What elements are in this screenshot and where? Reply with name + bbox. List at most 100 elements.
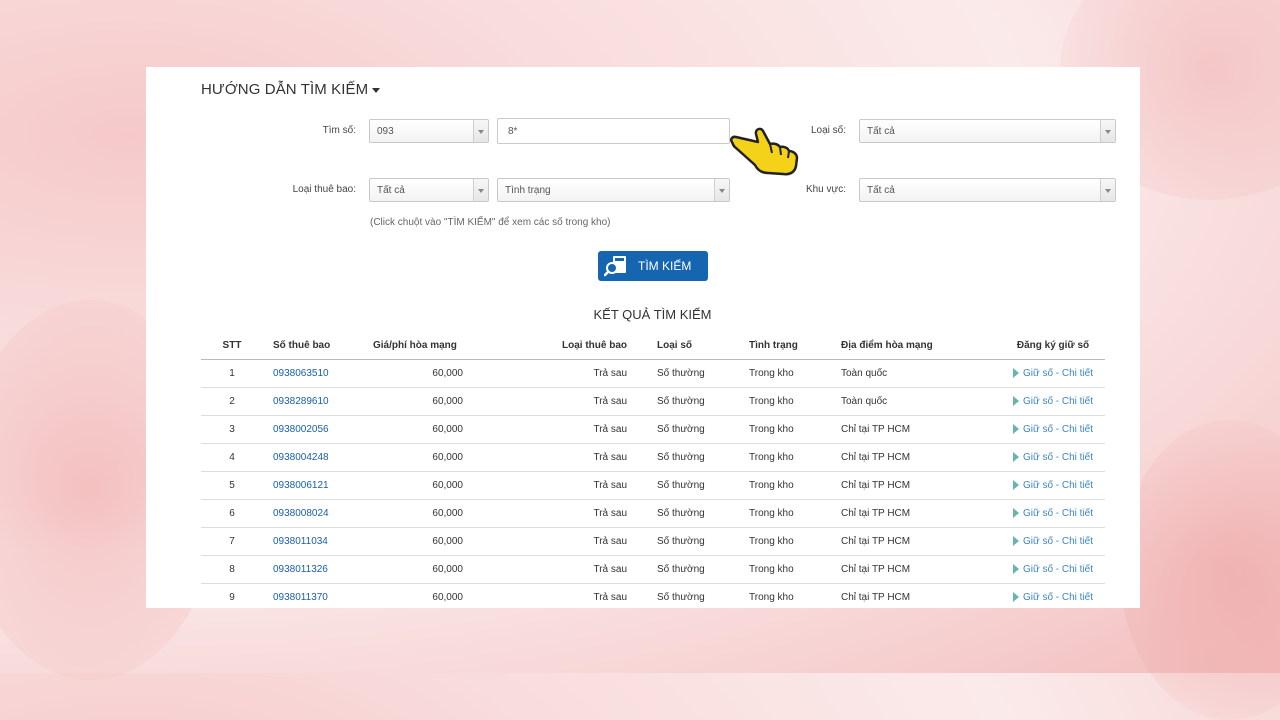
row-status: Trong kho — [749, 415, 841, 444]
row-location: Toàn quốc — [841, 359, 1001, 388]
play-arrow-icon — [1012, 424, 1019, 435]
loai-so-select[interactable]: Tất cả — [859, 119, 1116, 143]
reserve-number-link[interactable]: Giữ số - Chi tiết — [1012, 452, 1093, 463]
reserve-number-link[interactable]: Giữ số - Chi tiết — [1012, 564, 1094, 575]
phone-number-link[interactable]: 0938008024 — [273, 508, 329, 519]
reserve-number-link[interactable]: Giữ số - Chi tiết — [1012, 592, 1094, 603]
dropdown-arrow-icon — [1100, 120, 1115, 142]
row-phone-number: 0938011370 — [263, 583, 363, 608]
row-fee: 60,000 — [363, 387, 475, 416]
row-status: Trong kho — [749, 471, 841, 500]
col-dang-ky: Đăng ký giữ số — [1001, 331, 1105, 360]
table-row: 4 0938004248 60,000 Trả sau Số thường Trong k… — [201, 443, 1105, 472]
caret-down-icon — [372, 87, 381, 93]
phone-number-link[interactable]: 0938002056 — [273, 424, 329, 435]
row-status: Trong kho — [749, 359, 841, 388]
search-guide-toggle[interactable]: HƯỚNG DẪN TÌM KIẾM — [201, 81, 381, 98]
dropdown-arrow-icon — [714, 179, 729, 201]
row-stt: 6 — [201, 499, 263, 528]
col-so-thue-bao: Số thuê bao — [263, 331, 363, 360]
row-subscription-type: Trả sau — [475, 527, 657, 556]
row-location: Chỉ tại TP HCM — [841, 555, 1001, 584]
row-fee: 60,000 — [363, 527, 475, 556]
row-reserve-link: Giữ số - Chi tiết — [1001, 499, 1105, 528]
play-arrow-icon — [1012, 452, 1019, 463]
loai-thue-bao-label: Loại thuê bao: — [292, 184, 356, 195]
row-phone-number: 0938006121 — [263, 471, 363, 500]
search-hint: (Click chuột vào "TÌM KIẾM" để xem các s… — [370, 217, 611, 228]
row-reserve-link: Giữ số - Chi tiết — [1001, 471, 1105, 500]
loai-thue-bao-select[interactable]: Tất cả — [369, 178, 489, 202]
pointing-hand-icon — [729, 127, 799, 176]
phone-number-link[interactable]: 0938004248 — [273, 452, 329, 463]
khu-vuc-select[interactable]: Tất cả — [859, 178, 1116, 202]
row-fee: 60,000 — [363, 443, 475, 472]
reserve-number-link[interactable]: Giữ số - Chi tiết — [1012, 368, 1093, 379]
col-loai-thue-bao: Loại thuê bao — [475, 331, 657, 360]
row-phone-number: 0938011326 — [263, 555, 363, 584]
col-gia-phi: Giá/phí hòa mạng — [363, 331, 475, 360]
row-stt: 1 — [201, 359, 263, 388]
reserve-number-link[interactable]: Giữ số - Chi tiết — [1012, 508, 1094, 519]
search-button-label: TÌM KIẾM — [638, 259, 692, 273]
phone-number-link[interactable]: 0938006121 — [273, 480, 329, 491]
play-arrow-icon — [1012, 508, 1019, 519]
search-panel: HƯỚNG DẪN TÌM KIẾM Tìm số: 093 8* Loại s… — [146, 67, 1140, 608]
row-subscription-type: Trả sau — [475, 443, 657, 472]
row-phone-number: 0938004248 — [263, 443, 363, 472]
row-phone-number: 0938008024 — [263, 499, 363, 528]
col-loai-so: Loại số — [657, 331, 749, 360]
row-number-type: Số thường — [657, 583, 749, 608]
col-dia-diem: Địa điểm hòa mạng — [841, 331, 1001, 360]
table-row: 6 0938008024 60,000 Trả sau Số thường Trong k… — [201, 499, 1105, 528]
tinh-trang-select[interactable]: Tình trạng — [497, 178, 730, 202]
results-table: STT Số thuê bao Giá/phí hòa mạng Loại th… — [201, 331, 1105, 608]
reserve-number-label: Giữ số - Chi tiết — [1022, 508, 1094, 519]
row-location: Chỉ tại TP HCM — [841, 527, 1001, 556]
search-button[interactable]: TÌM KIẾM — [598, 251, 708, 281]
reserve-number-link[interactable]: Giữ số - Chi tiết — [1012, 396, 1094, 407]
phone-number-link[interactable]: 0938063510 — [273, 368, 329, 379]
phone-number-link[interactable]: 0938011370 — [273, 592, 328, 603]
row-status: Trong kho — [749, 499, 841, 528]
row-subscription-type: Trả sau — [475, 583, 657, 608]
phone-number-link[interactable]: 0938011326 — [273, 564, 328, 575]
row-location: Chỉ tại TP HCM — [841, 471, 1001, 500]
row-status: Trong kho — [749, 527, 841, 556]
reserve-number-label: Giữ số - Chi tiết — [1022, 564, 1094, 575]
tim-so-label: Tìm số: — [322, 125, 356, 136]
row-subscription-type: Trả sau — [475, 471, 657, 500]
row-phone-number: 0938002056 — [263, 415, 363, 444]
row-stt: 4 — [201, 443, 263, 472]
reserve-number-label: Giữ số - Chi tiết — [1022, 592, 1094, 603]
row-reserve-link: Giữ số - Chi tiết — [1001, 527, 1105, 556]
phone-number-link[interactable]: 0938289610 — [273, 396, 329, 407]
row-subscription-type: Trả sau — [475, 415, 657, 444]
col-tinh-trang: Tình trạng — [749, 331, 841, 360]
table-row: 7 0938011034 60,000 Trả sau Số thường Trong k… — [201, 527, 1105, 556]
row-fee: 60,000 — [363, 499, 475, 528]
number-pattern-input[interactable]: 8* — [497, 118, 730, 144]
reserve-number-link[interactable]: Giữ số - Chi tiết — [1012, 536, 1094, 547]
row-location: Toàn quốc — [841, 387, 1001, 416]
row-stt: 2 — [201, 387, 263, 416]
dropdown-arrow-icon — [473, 179, 488, 201]
play-arrow-icon — [1012, 564, 1019, 575]
reserve-number-link[interactable]: Giữ số - Chi tiết — [1012, 480, 1093, 491]
row-number-type: Số thường — [657, 499, 749, 528]
search-guide-title: HƯỚNG DẪN TÌM KIẾM — [201, 81, 369, 98]
row-status: Trong kho — [749, 443, 841, 472]
reserve-number-link[interactable]: Giữ số - Chi tiết — [1012, 424, 1093, 435]
number-pattern-value: 8* — [508, 126, 518, 137]
row-fee: 60,000 — [363, 415, 475, 444]
row-stt: 8 — [201, 555, 263, 584]
results-title: KẾT QUẢ TÌM KIẾM — [593, 307, 712, 322]
phone-number-link[interactable]: 0938011034 — [273, 536, 328, 547]
reserve-number-label: Giữ số - Chi tiết — [1022, 536, 1094, 547]
prefix-select[interactable]: 093 — [369, 119, 489, 143]
reserve-number-label: Giữ số - Chi tiết — [1022, 396, 1094, 407]
dropdown-arrow-icon — [473, 120, 488, 142]
row-reserve-link: Giữ số - Chi tiết — [1001, 443, 1105, 472]
row-number-type: Số thường — [657, 527, 749, 556]
play-arrow-icon — [1012, 536, 1019, 547]
